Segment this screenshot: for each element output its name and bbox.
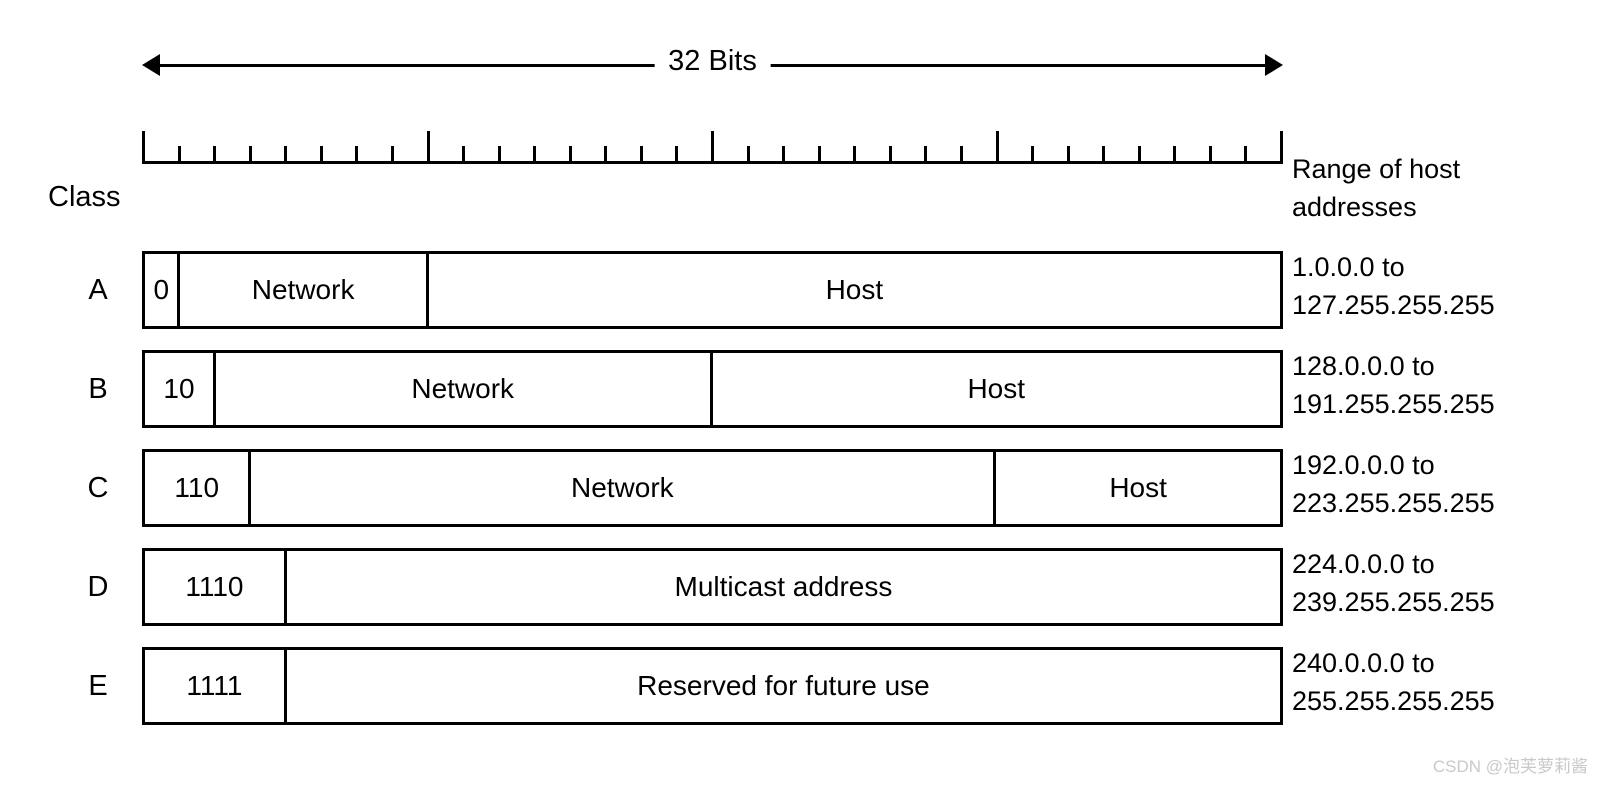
class-row: B 10 Network Host 128.0.0.0 to 191.255.255.25… [0,350,1600,428]
ruler-tick-minor [604,146,608,164]
ruler-tick-minor [319,146,323,164]
class-field-network-a: Network [180,254,429,326]
host-range-start: 192.0.0.0 to [1292,450,1435,480]
class-field-network-b: Network [216,353,713,425]
ruler-tick-major [142,131,145,164]
ruler-tick-minor [213,146,217,164]
ruler-tick-minor [959,146,963,164]
ruler-tick-minor [248,146,252,164]
ruler-tick-minor [1137,146,1141,164]
ruler-tick-minor [817,146,821,164]
class-column-header: Class [48,181,121,213]
host-range-start: 240.0.0.0 to [1292,648,1435,678]
range-header-line-1: Range of host [1292,154,1461,184]
ruler-tick-minor [355,146,359,164]
ruler-tick-minor [639,146,643,164]
host-range-start: 224.0.0.0 to [1292,549,1435,579]
ruler-tick-minor [924,146,928,164]
ruler-tick-minor [888,146,892,164]
class-field-host-c: Host [1109,472,1167,503]
class-row: E 1111 Reserved for future use 240.0.0.0 to… [0,647,1600,725]
class-letter-c: C [87,472,109,504]
ruler-tick-minor [1244,146,1248,164]
class-bitfield-bar-c: 110 Network Host [142,449,1283,527]
class-prefix-bits-b: 10 [145,353,216,425]
host-range-end: 223.255.255.255 [1292,488,1495,518]
watermark: CSDN @泡芙萝莉酱 [1432,757,1588,776]
class-letter-b: B [88,373,108,405]
class-field-host-a: Host [825,274,884,305]
ruler-tick-minor [746,146,750,164]
ruler-tick-minor [782,146,786,164]
class-field-host-b: Host [967,373,1026,404]
class-row: C 110 Network Host 192.0.0.0 to 223.255.255.2… [0,449,1600,527]
ip-address-class-diagram: 32 Bits Class Range of host addresses A 0… [0,0,1600,785]
ruler-tick-major [995,131,999,164]
class-bitfield-bar-a: 0 Network Host [142,251,1283,329]
ruler-tick-minor [853,146,857,164]
host-range-a: 1.0.0.0 to 127.255.255.255 [1292,248,1600,324]
bit-width-label: 32 Bits [654,44,771,78]
class-bitfield-bar-d: 1110 Multicast address [142,548,1283,626]
ruler-tick-minor [284,146,288,164]
class-prefix-bits-a: 0 [145,254,181,326]
host-range-end: 239.255.255.255 [1292,587,1495,617]
class-prefix-bits-d: 1110 [145,551,287,623]
range-column-header: Range of host addresses [1292,150,1592,226]
class-bitfield-bar-e: 1111 Reserved for future use [142,647,1283,725]
ruler-tick-minor [177,146,181,164]
class-field-reserved-for-future-use-e: Reserved for future use [637,670,930,701]
ruler-tick-minor [1173,146,1177,164]
host-range-end: 255.255.255.255 [1292,686,1495,716]
ruler-tick-minor [1102,146,1106,164]
host-range-c: 192.0.0.0 to 223.255.255.255 [1292,446,1600,522]
ruler-tick-minor [462,146,466,164]
ruler-tick-minor [497,146,501,164]
class-field-network-c: Network [251,452,997,524]
class-bitfield-bar-b: 10 Network Host [142,350,1283,428]
class-prefix-bits-c: 110 [145,452,252,524]
class-letter-d: D [87,571,109,603]
host-range-b: 128.0.0.0 to 191.255.255.255 [1292,347,1600,423]
range-header-line-2: addresses [1292,192,1417,222]
host-range-start: 128.0.0.0 to [1292,351,1435,381]
host-range-e: 240.0.0.0 to 255.255.255.255 [1292,644,1600,720]
class-row: D 1110 Multicast address 224.0.0.0 to 239.25… [0,548,1600,626]
ruler-tick-minor [568,146,572,164]
bit-ruler [142,128,1283,164]
host-range-end: 191.255.255.255 [1292,389,1495,419]
ruler-tick-major [426,131,430,164]
class-prefix-bits-e: 1111 [145,650,287,722]
ruler-tick-minor [675,146,679,164]
host-range-end: 127.255.255.255 [1292,290,1495,320]
ruler-tick-minor [1208,146,1212,164]
ruler-tick-minor [533,146,537,164]
ruler-tick-minor [1066,146,1070,164]
ruler-tick-minor [1031,146,1035,164]
class-field-multicast-address-d: Multicast address [674,571,893,602]
host-range-start: 1.0.0.0 to [1292,252,1405,282]
class-row: A 0 Network Host 1.0.0.0 to 127.255.255.255 [0,251,1600,329]
ruler-tick-minor [390,146,394,164]
class-letter-e: E [88,670,108,702]
ruler-tick-major [711,131,714,164]
ruler-tick-major [1280,131,1283,164]
bit-width-arrow: 32 Bits [142,44,1283,82]
host-range-d: 224.0.0.0 to 239.255.255.255 [1292,545,1600,621]
arrow-right-head-icon [1265,54,1283,76]
class-letter-a: A [88,274,108,306]
